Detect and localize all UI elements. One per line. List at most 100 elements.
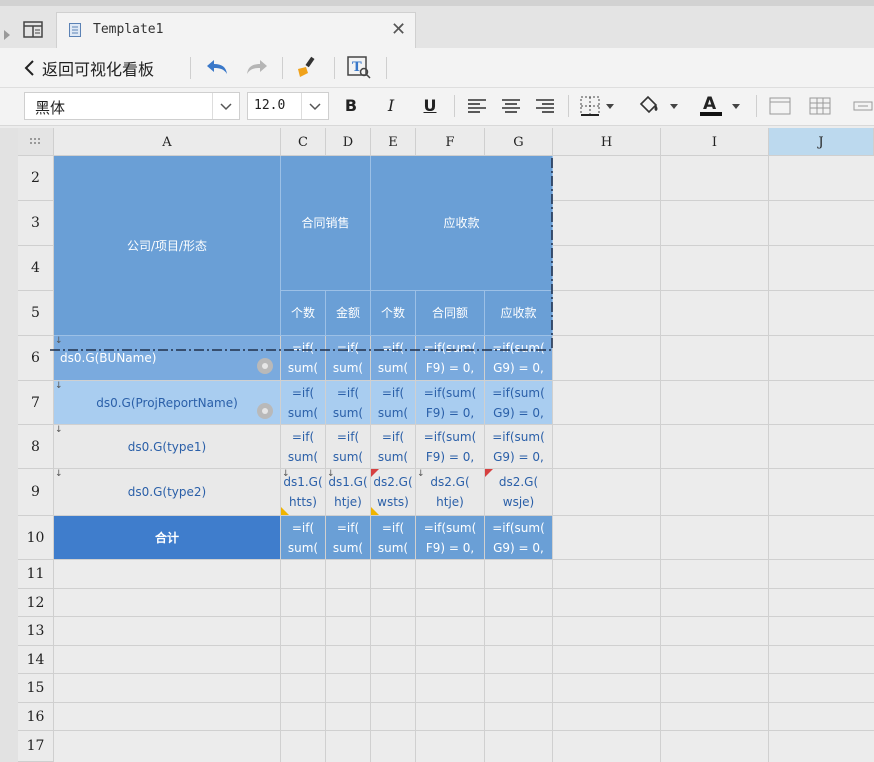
row-header-8[interactable]: 8 xyxy=(18,425,54,469)
align-left-icon[interactable] xyxy=(466,97,488,118)
bold-button[interactable]: B xyxy=(339,94,363,118)
cell-text: ds0.G(type2) xyxy=(127,485,207,499)
row-header-10[interactable]: 10 xyxy=(18,516,54,560)
font-size-select[interactable]: 12.0 xyxy=(247,92,329,120)
cell-text: =if(sum( F9) = 0, xyxy=(423,385,477,420)
text-search-icon[interactable]: T xyxy=(346,55,372,82)
cell-d8[interactable]: =if( sum( xyxy=(326,425,371,469)
column-header-d[interactable]: D xyxy=(326,128,371,156)
row-header-15[interactable]: 15 xyxy=(18,674,54,703)
toolbar-divider xyxy=(190,57,191,79)
table-grid-icon[interactable] xyxy=(808,96,832,119)
toolbar-divider xyxy=(454,95,455,117)
gear-icon[interactable] xyxy=(257,403,273,419)
underline-button[interactable]: U xyxy=(418,94,442,118)
font-family-select[interactable]: 黑体 xyxy=(24,92,240,120)
row-header-16[interactable]: 16 xyxy=(18,703,54,731)
cell-layout-icon[interactable] xyxy=(768,96,792,119)
empty-cells-right[interactable] xyxy=(553,156,874,560)
cell-c7[interactable]: =if( sum( xyxy=(281,381,326,425)
cell-e8[interactable]: =if( sum( xyxy=(371,425,416,469)
cell-g10[interactable]: =if(sum( G9) = 0, xyxy=(485,516,553,560)
cell-text: =if( sum( xyxy=(332,520,364,555)
cell-text: =if(sum( G9) = 0, xyxy=(492,385,545,420)
chevron-down-icon[interactable] xyxy=(301,93,328,119)
cell-g7[interactable]: =if(sum( G9) = 0, xyxy=(485,381,553,425)
cell-c10[interactable]: =if( sum( xyxy=(281,516,326,560)
cell-f10[interactable]: =if(sum( F9) = 0, xyxy=(416,516,485,560)
cell-a10[interactable]: 合计 xyxy=(54,516,281,560)
column-header-h[interactable]: H xyxy=(553,128,661,156)
italic-button[interactable]: I xyxy=(379,94,403,118)
cell-text: =if( sum( xyxy=(332,429,364,464)
row-header-9[interactable]: 9 xyxy=(18,469,54,516)
cell-e7[interactable]: =if( sum( xyxy=(371,381,416,425)
toolbar-divider xyxy=(386,57,387,79)
red-marker-icon xyxy=(485,469,493,477)
expand-down-icon: ↓ xyxy=(55,469,63,479)
row-header-7[interactable]: 7 xyxy=(18,381,54,425)
expand-down-icon: ↓ xyxy=(417,469,425,479)
template-tab[interactable]: Template1 ✕ xyxy=(56,12,416,48)
selection-marquee xyxy=(48,158,553,351)
spreadsheet-grid: A C D E F G H I J 2 3 4 5 6 7 8 9 10 11 … xyxy=(18,128,874,762)
column-header-i[interactable]: I xyxy=(661,128,769,156)
cell-f9[interactable]: ds2.G( htje) xyxy=(416,469,485,516)
layout-icon[interactable] xyxy=(22,20,46,40)
cell-e10[interactable]: =if( sum( xyxy=(371,516,416,560)
cell-g8[interactable]: =if(sum( G9) = 0, xyxy=(485,425,553,469)
fill-color-icon[interactable] xyxy=(636,94,684,121)
cell-f8[interactable]: =if(sum( F9) = 0, xyxy=(416,425,485,469)
chevron-down-icon[interactable] xyxy=(212,93,239,119)
column-header-c[interactable]: C xyxy=(281,128,326,156)
expand-down-icon: ↓ xyxy=(327,469,335,479)
cell-text: ds0.G(type1) xyxy=(127,439,207,454)
left-splitter[interactable] xyxy=(0,128,18,762)
format-brush-icon[interactable] xyxy=(294,55,320,82)
close-icon[interactable]: ✕ xyxy=(391,19,406,40)
empty-rows[interactable] xyxy=(54,560,874,762)
row-header-12[interactable]: 12 xyxy=(18,589,54,617)
column-header-j[interactable]: J xyxy=(769,128,874,156)
back-button[interactable]: 返回可视化看板 xyxy=(22,54,154,82)
cell-text: =if( sum( xyxy=(377,429,409,464)
yellow-marker-icon xyxy=(371,507,379,515)
cell-text: =if(sum( F9) = 0, xyxy=(423,520,477,555)
cell-text: ds2.G( wsts) xyxy=(373,475,413,509)
row-header-13[interactable]: 13 xyxy=(18,617,54,646)
cell-g9[interactable]: ds2.G( wsje) xyxy=(485,469,553,516)
column-header-a[interactable]: A xyxy=(54,128,281,156)
gear-icon[interactable] xyxy=(257,358,273,374)
cell-d7[interactable]: =if( sum( xyxy=(326,381,371,425)
undo-icon[interactable] xyxy=(204,56,230,81)
more-icon[interactable] xyxy=(850,96,874,119)
cell-c8[interactable]: =if( sum( xyxy=(281,425,326,469)
cell-a9[interactable]: ds0.G(type2) xyxy=(54,469,281,516)
cell-text: ds2.G( wsje) xyxy=(498,475,539,509)
cell-text: =if( sum( xyxy=(332,385,364,420)
font-color-icon[interactable]: A xyxy=(698,93,746,122)
collapse-arrow-icon[interactable] xyxy=(4,30,10,40)
expand-down-icon: ↓ xyxy=(55,381,63,391)
align-center-icon[interactable] xyxy=(500,97,522,118)
chevron-left-icon xyxy=(24,60,34,76)
row-header-11[interactable]: 11 xyxy=(18,560,54,589)
toolbar-divider xyxy=(282,57,283,79)
cell-a8[interactable]: ds0.G(type1) xyxy=(54,425,281,469)
column-header-f[interactable]: F xyxy=(416,128,485,156)
main-toolbar: 返回可视化看板 T xyxy=(0,48,874,88)
cell-d10[interactable]: =if( sum( xyxy=(326,516,371,560)
align-right-icon[interactable] xyxy=(534,97,556,118)
column-header-e[interactable]: E xyxy=(371,128,416,156)
column-header-g[interactable]: G xyxy=(485,128,553,156)
row-header-14[interactable]: 14 xyxy=(18,646,54,674)
cell-a7[interactable]: ds0.G(ProjReportName) xyxy=(54,381,281,425)
cell-text: =if( sum( xyxy=(377,520,409,555)
redo-icon[interactable] xyxy=(244,56,270,81)
border-icon[interactable] xyxy=(578,95,618,120)
toolbar-divider xyxy=(568,95,569,117)
top-strip xyxy=(0,0,874,6)
cell-f7[interactable]: =if(sum( F9) = 0, xyxy=(416,381,485,425)
select-all-corner[interactable] xyxy=(18,128,54,156)
row-header-17[interactable]: 17 xyxy=(18,731,54,762)
